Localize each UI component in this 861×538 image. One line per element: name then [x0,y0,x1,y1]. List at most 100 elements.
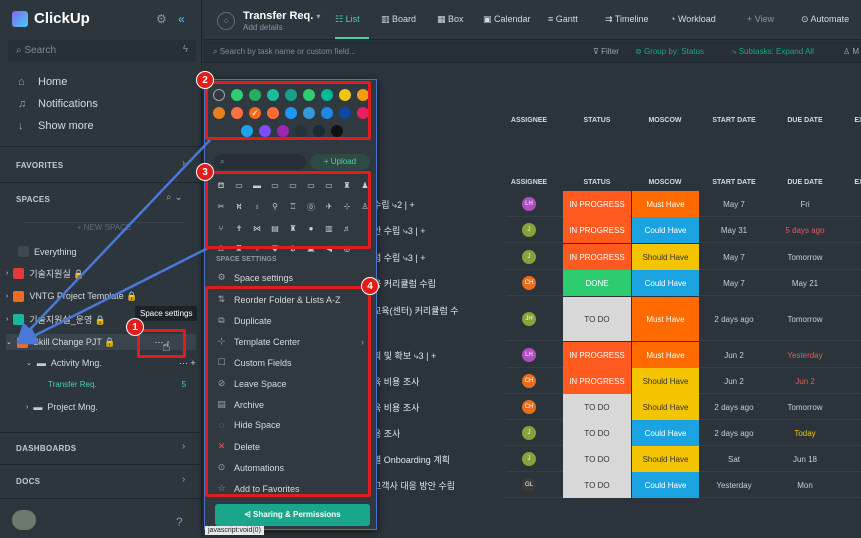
start-date-cell[interactable]: May 7 [701,270,767,296]
status-badge[interactable]: TO DO [563,297,631,341]
assignee-cell[interactable]: J [506,420,552,446]
start-date-cell[interactable]: 2 days ago [701,420,767,446]
status-badge[interactable]: IN PROGRESS [563,217,631,243]
due-date-cell[interactable]: Jun 2 [769,368,841,394]
status-badge[interactable]: TO DO [563,472,631,498]
header-assignee[interactable]: ASSIGNEE [506,117,552,124]
moscow-badge[interactable]: Could Have [632,270,699,296]
due-date-cell[interactable]: 5 days ago [769,217,841,243]
table-row[interactable]: CH DONE Could Have May 7 May 21 [506,270,861,296]
assignee-cell[interactable]: LH [506,342,552,368]
tab-box[interactable]: ▦ Box [437,14,464,25]
task-name[interactable]: 육 비용 조사 [373,375,419,388]
header-extra[interactable]: EX [849,117,861,124]
filter-button[interactable]: ⊽ Filter [593,47,619,56]
collapse-icon[interactable]: « [178,12,185,26]
tab-add-view[interactable]: + View [747,14,774,24]
due-date-cell[interactable]: Fri [769,191,841,217]
header-moscow[interactable]: MOSCOW [631,117,699,124]
due-date-cell[interactable]: Jun 18 [769,446,841,472]
status-badge[interactable]: TO DO [563,446,631,472]
sidebar-search[interactable]: ⌕ Search ϟ [8,40,196,62]
assignee-cell[interactable]: CH [506,394,552,420]
space-item[interactable]: › 기술지원실_운영 🔒 [6,313,106,326]
moscow-badge[interactable]: Must Have [632,191,699,217]
list-icon[interactable]: ⁘ [217,12,235,30]
due-date-cell[interactable]: May 21 [769,270,841,296]
sharing-permissions-button[interactable]: ⩤ Sharing & Permissions [215,504,370,526]
tab-calendar[interactable]: ▣ Calendar [483,14,531,25]
page-title[interactable]: Transfer Req. ▾ [243,10,320,22]
moscow-badge[interactable]: Could Have [632,217,699,243]
assignee-cell[interactable]: J [506,244,552,270]
due-date-cell[interactable]: Yesterday [769,342,841,368]
start-date-cell[interactable]: 2 days ago [701,297,767,341]
nav-show-more[interactable]: ↓ Show more [18,120,94,132]
moscow-badge[interactable]: Should Have [632,394,699,420]
status-badge[interactable]: TO DO [563,394,631,420]
user-avatar[interactable] [12,510,36,530]
moscow-badge[interactable]: Should Have [632,446,699,472]
tab-workload[interactable]: ◔ Workload [670,14,716,24]
chevron-right-icon[interactable]: › [182,474,185,485]
folder-project[interactable]: › ▬ Project Mng. [26,402,98,412]
header-assignee[interactable]: ASSIGNEE [506,179,552,186]
menu-space-settings[interactable]: ⚙ Space settings [216,272,293,283]
table-row[interactable]: J IN PROGRESS Should Have May 7 Tomorrow [506,244,861,270]
header-due-date[interactable]: DUE DATE [769,117,841,124]
assignee-cell[interactable]: JH [506,297,552,341]
tab-list[interactable]: ☷ List [335,14,360,25]
table-row[interactable]: LH IN PROGRESS Must Have May 7 Fri [506,191,861,217]
tab-gantt[interactable]: ≡ Gantt [548,14,578,24]
task-name[interactable]: 용 조사 [373,427,400,440]
folder-activity[interactable]: ⌄ ▬ Activity Mng. ··· + [26,358,196,368]
search-icon[interactable]: ⌕ ⌄ [166,192,183,203]
assignee-cell[interactable]: J [506,446,552,472]
chevron-right-icon[interactable]: › [182,158,185,169]
section-spaces[interactable]: SPACES [16,195,50,204]
task-name[interactable]: 교육(센터) 커리큘럼 수 [373,304,459,317]
assignee-cell[interactable]: LH [506,191,552,217]
table-row[interactable]: J TO DO Should Have Sat Jun 18 [506,446,861,472]
start-date-cell[interactable]: May 7 [701,191,767,217]
table-row[interactable]: JH TO DO Must Have 2 days ago Tomorrow [506,297,861,341]
assignee-cell[interactable]: GL [506,472,552,498]
help-icon[interactable]: ? [176,515,183,529]
list-transfer-req[interactable]: Transfer Req. 5 [48,380,186,389]
start-date-cell[interactable]: May 31 [701,217,767,243]
task-name[interactable]: 고객사 대응 방안 수립 [373,479,455,492]
table-row[interactable]: GL TO DO Could Have Yesterday Mon [506,472,861,498]
me-button[interactable]: ♙ M [843,47,859,56]
space-item[interactable]: › 기술지원실 🔒 [6,267,84,280]
task-name[interactable]: 획 및 확보 ⤷3 | + [373,349,436,362]
start-date-cell[interactable]: Yesterday [701,472,767,498]
chevron-right-icon[interactable]: › [182,441,185,452]
table-row[interactable]: J TO DO Could Have 2 days ago Today [506,420,861,446]
start-date-cell[interactable]: 2 days ago [701,394,767,420]
section-favorites[interactable]: FAVORITES [16,161,63,170]
space-everything[interactable]: Everything [18,246,77,257]
status-badge[interactable]: IN PROGRESS [563,368,631,394]
status-badge[interactable]: IN PROGRESS [563,191,631,217]
assignee-cell[interactable]: J [506,217,552,243]
due-date-cell[interactable]: Tomorrow [769,394,841,420]
table-row[interactable]: J IN PROGRESS Could Have May 31 5 days ago [506,217,861,243]
logo[interactable]: ClickUp [12,10,90,27]
start-date-cell[interactable]: Jun 2 [701,342,767,368]
task-name[interactable]: 수립 ⤷2 | + [373,198,415,211]
section-docs[interactable]: DOCS [16,477,40,486]
gear-icon[interactable]: ⚙ [156,12,167,26]
header-status[interactable]: STATUS [563,179,631,186]
tab-board[interactable]: ▥ Board [381,14,416,25]
header-start-date[interactable]: START DATE [701,117,767,124]
more-icon[interactable]: ··· + [179,358,196,368]
task-search[interactable]: ⌕ Search by task name or custom field... [213,47,356,57]
task-name[interactable]: 육 커리큘럼 수립 [373,277,436,290]
group-by-button[interactable]: ⊚ Group by: Status [635,47,704,56]
start-date-cell[interactable]: Jun 2 [701,368,767,394]
task-name[interactable]: 별 Onboarding 계획 [373,453,450,466]
moscow-badge[interactable]: Must Have [632,297,699,341]
due-date-cell[interactable]: Today [769,420,841,446]
status-badge[interactable]: DONE [563,270,631,296]
status-badge[interactable]: TO DO [563,420,631,446]
